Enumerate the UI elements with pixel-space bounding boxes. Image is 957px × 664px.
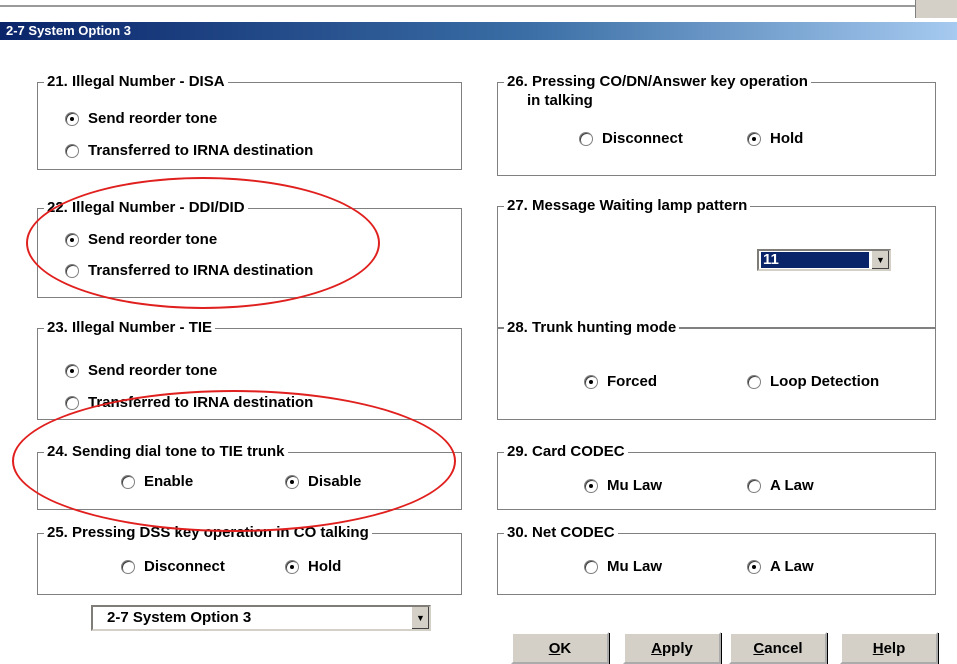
page-select-value: 2-7 System Option 3 — [107, 609, 252, 626]
radio-off-icon — [121, 559, 135, 574]
dropdown-arrow-icon[interactable]: ▼ — [411, 607, 429, 629]
radio-21-send-reorder[interactable]: Send reorder tone — [65, 110, 217, 127]
radio-26-disconnect[interactable]: Disconnect — [579, 130, 683, 147]
radio-on-icon — [65, 111, 79, 126]
group-26-title-line2: in talking — [527, 92, 593, 110]
radio-28-forced[interactable]: Forced — [584, 373, 657, 390]
dialog-title: 2-7 System Option 3 — [6, 23, 131, 38]
group-23-title: 23. Illegal Number - TIE — [44, 319, 216, 337]
radio-label: A Law — [770, 477, 814, 494]
group-27-title: 27. Message Waiting lamp pattern — [504, 197, 751, 215]
radio-label: Transferred to IRNA destination — [88, 142, 314, 159]
radio-off-icon — [65, 395, 79, 410]
radio-label: Loop Detection — [770, 373, 880, 390]
group-28-trunk-hunting: 28. Trunk hunting mode Forced Loop Detec… — [497, 319, 936, 420]
ok-mnemonic: O — [548, 639, 561, 657]
ok-label-rest: K — [560, 639, 572, 657]
help-mnemonic: H — [872, 639, 884, 657]
mw-lamp-pattern-select[interactable]: 11 ▼ — [757, 249, 891, 271]
radio-29-a-law[interactable]: A Law — [747, 477, 814, 494]
group-30-net-codec: 30. Net CODEC Mu Law A Law — [497, 524, 936, 595]
radio-label: Hold — [308, 558, 342, 575]
group-21-illegal-number-disa: 21. Illegal Number - DISA Send reorder t… — [37, 73, 462, 170]
radio-on-icon — [584, 374, 598, 389]
group-29-card-codec: 29. Card CODEC Mu Law A Law — [497, 443, 936, 510]
radio-on-icon — [584, 478, 598, 493]
radio-30-a-law[interactable]: A Law — [747, 558, 814, 575]
annotation-ellipse-24 — [12, 390, 456, 532]
radio-25-disconnect[interactable]: Disconnect — [121, 558, 225, 575]
group-27-mw-lamp: 27. Message Waiting lamp pattern 11 ▼ — [497, 197, 936, 328]
radio-off-icon — [579, 131, 593, 146]
group-30-title: 30. Net CODEC — [504, 524, 618, 542]
radio-label: Mu Law — [607, 558, 662, 575]
group-28-title: 28. Trunk hunting mode — [504, 319, 680, 337]
radio-25-hold[interactable]: Hold — [285, 558, 341, 575]
radio-off-icon — [65, 143, 79, 158]
cancel-label-rest: ancel — [764, 639, 803, 657]
page-select-dropdown[interactable]: 2-7 System Option 3 ▼ — [91, 605, 431, 631]
top-right-button[interactable] — [915, 0, 957, 18]
group-21-title: 21. Illegal Number - DISA — [44, 73, 228, 91]
radio-label: Mu Law — [607, 477, 662, 494]
apply-label-rest: pply — [662, 639, 693, 657]
annotation-ellipse-22 — [26, 177, 380, 309]
radio-off-icon — [584, 559, 598, 574]
radio-on-icon — [747, 131, 761, 146]
radio-label: Send reorder tone — [88, 362, 218, 379]
radio-21-transferred-irna[interactable]: Transferred to IRNA destination — [65, 142, 313, 159]
top-separator — [0, 5, 915, 7]
radio-30-mu-law[interactable]: Mu Law — [584, 558, 662, 575]
apply-button[interactable]: Apply — [623, 632, 721, 664]
group-26-title-line1: 26. Pressing CO/DN/Answer key operation — [504, 73, 811, 91]
dialog-body: 21. Illegal Number - DISA Send reorder t… — [0, 40, 957, 664]
radio-29-mu-law[interactable]: Mu Law — [584, 477, 662, 494]
radio-on-icon — [285, 559, 299, 574]
radio-label: Send reorder tone — [88, 110, 218, 127]
radio-off-icon — [747, 478, 761, 493]
cancel-button[interactable]: Cancel — [729, 632, 827, 664]
radio-label: A Law — [770, 558, 814, 575]
top-strip — [0, 0, 957, 22]
radio-off-icon — [747, 374, 761, 389]
radio-label: Hold — [770, 130, 804, 147]
radio-label: Forced — [607, 373, 658, 390]
help-button[interactable]: Help — [840, 632, 938, 664]
cancel-mnemonic: C — [753, 639, 765, 657]
radio-label: Disconnect — [602, 130, 683, 147]
radio-23-send-reorder[interactable]: Send reorder tone — [65, 362, 217, 379]
radio-26-hold[interactable]: Hold — [747, 130, 803, 147]
dropdown-arrow-icon[interactable]: ▼ — [871, 251, 889, 269]
group-25-dss-key: 25. Pressing DSS key operation in CO tal… — [37, 524, 462, 595]
mw-lamp-pattern-value: 11 — [761, 252, 869, 268]
help-label-rest: elp — [883, 639, 906, 657]
dialog-title-bar[interactable]: 2-7 System Option 3 — [0, 22, 957, 40]
radio-on-icon — [65, 363, 79, 378]
ok-button[interactable]: OK — [511, 632, 609, 664]
radio-label: Disconnect — [144, 558, 225, 575]
group-26-co-dn-answer-key: 26. Pressing CO/DN/Answer key operation … — [497, 73, 936, 176]
apply-mnemonic: A — [651, 639, 662, 657]
group-29-title: 29. Card CODEC — [504, 443, 628, 461]
radio-on-icon — [747, 559, 761, 574]
radio-28-loop-detection[interactable]: Loop Detection — [747, 373, 879, 390]
